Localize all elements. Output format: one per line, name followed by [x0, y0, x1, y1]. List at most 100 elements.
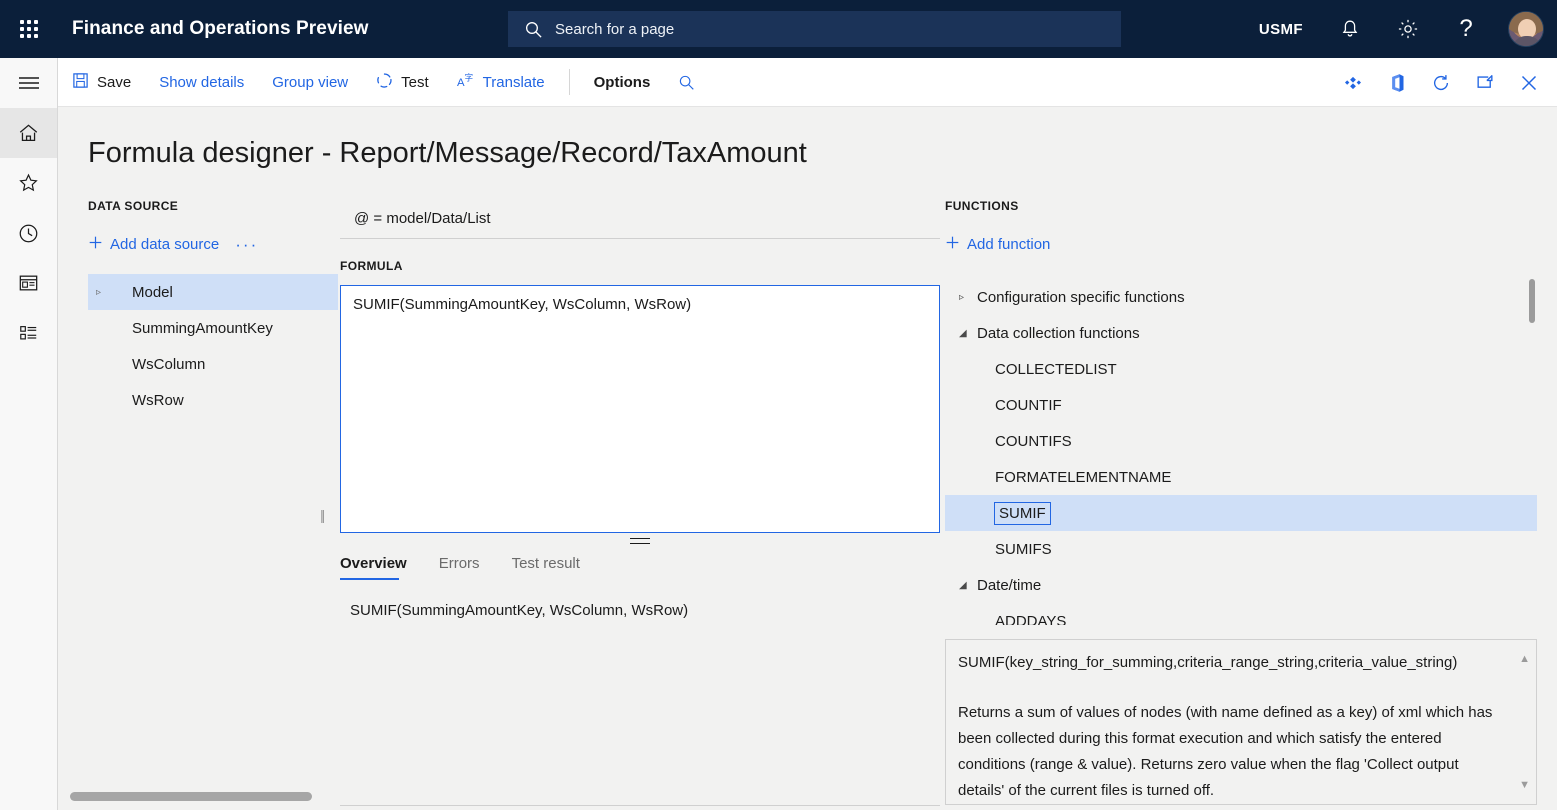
chevron-right-icon[interactable]: ▹ [96, 287, 118, 298]
chevron-down-icon[interactable]: ◢ [945, 580, 967, 591]
plus-icon [88, 235, 103, 254]
plus-icon [945, 235, 960, 254]
show-details-label: Show details [159, 73, 245, 91]
data-source-tree: ▹ Model SummingAmountKey WsColumn WsRow [88, 274, 338, 418]
action-pane: Save Show details Group view Test A字 Tra… [58, 58, 1557, 107]
tab-overview[interactable]: Overview [340, 551, 419, 580]
group-view-button[interactable]: Group view [258, 58, 362, 107]
scroll-up-icon[interactable]: ▲ [1519, 646, 1530, 672]
fn-node-label: SUMIF [994, 501, 1051, 525]
tree-node-label: SummingAmountKey [132, 319, 273, 337]
scroll-down-icon[interactable]: ▼ [1519, 772, 1530, 798]
fn-item-sumifs[interactable]: SUMIFS [945, 531, 1537, 567]
fn-item-countifs[interactable]: COUNTIFS [945, 423, 1537, 459]
company-selector[interactable]: USMF [1241, 0, 1321, 58]
personalize-icon[interactable] [1331, 58, 1375, 107]
app-title: Finance and Operations Preview [72, 18, 369, 39]
avatar[interactable] [1495, 0, 1557, 58]
options-button[interactable]: Options [580, 58, 665, 107]
office-app-icon[interactable] [1375, 58, 1419, 107]
add-function-button[interactable]: Add function [945, 235, 1050, 254]
hamburger-icon[interactable] [0, 58, 57, 108]
fn-node-label: Configuration specific functions [977, 288, 1185, 306]
formula-heading: FORMULA [340, 259, 403, 273]
fn-item-countif[interactable]: COUNTIF [945, 387, 1537, 423]
action-pane-right-icons [1331, 58, 1551, 107]
test-spinner-icon [376, 72, 393, 93]
workspace-icon[interactable] [0, 258, 57, 308]
list-icon[interactable] [0, 308, 57, 358]
test-button[interactable]: Test [362, 58, 443, 107]
top-bar-right-group: USMF ? [1241, 0, 1557, 58]
search-input[interactable]: Search for a page [555, 21, 674, 38]
fn-node-label: ADDDAYS [995, 612, 1067, 626]
tab-errors[interactable]: Errors [439, 551, 492, 580]
fn-node-label: COUNTIF [995, 396, 1062, 414]
save-button[interactable]: Save [58, 58, 145, 107]
add-function-label: Add function [967, 236, 1051, 253]
fn-item-formatelementname[interactable]: FORMATELEMENTNAME [945, 459, 1537, 495]
tab-test-result[interactable]: Test result [512, 551, 592, 580]
horizontal-scrollbar[interactable] [70, 792, 970, 801]
chevron-down-icon[interactable]: ◢ [945, 328, 967, 339]
app-launcher-icon[interactable] [0, 0, 58, 58]
search-icon [524, 20, 543, 39]
tree-node-model[interactable]: ▹ Model [88, 274, 338, 310]
tree-node-wscolumn[interactable]: WsColumn [88, 346, 338, 382]
fn-item-adddays[interactable]: ADDDAYS [945, 603, 1537, 626]
add-data-source-label: Add data source [110, 236, 220, 253]
tree-node-label: WsColumn [132, 355, 206, 373]
star-icon[interactable] [0, 158, 57, 208]
question-mark-icon[interactable]: ? [1437, 0, 1495, 58]
horizontal-scrollbar-thumb[interactable] [70, 792, 312, 801]
data-source-overflow-button[interactable]: ··· [235, 236, 258, 253]
bottom-divider [340, 805, 940, 806]
result-tabs: Overview Errors Test result [340, 551, 940, 580]
function-description-box: SUMIF(key_string_for_summing,criteria_ra… [945, 639, 1537, 805]
fn-group-data-collection[interactable]: ◢ Data collection functions [945, 315, 1537, 351]
tab-label: Test result [511, 555, 580, 572]
home-icon[interactable] [0, 108, 57, 158]
fn-item-collectedlist[interactable]: COLLECTEDLIST [945, 351, 1537, 387]
gear-icon[interactable] [1379, 0, 1437, 58]
formula-designer-page: Formula designer - Report/Message/Record… [58, 107, 1557, 810]
refresh-icon[interactable] [1419, 58, 1463, 107]
command-search-icon[interactable] [664, 58, 709, 107]
options-label: Options [593, 73, 651, 91]
fn-node-label: COUNTIFS [995, 432, 1072, 450]
page-title: Formula designer - Report/Message/Record… [88, 137, 807, 169]
tree-node-wsrow[interactable]: WsRow [88, 382, 338, 418]
binding-path-row: @ = model/Data/List [340, 199, 940, 239]
overview-content: SUMIF(SummingAmountKey, WsColumn, WsRow) [350, 602, 689, 619]
show-details-button[interactable]: Show details [145, 58, 258, 107]
translate-button[interactable]: A字 Translate [443, 58, 559, 107]
horizontal-splitter-handle[interactable] [340, 533, 940, 549]
command-separator [568, 69, 570, 95]
save-label: Save [97, 73, 132, 91]
chevron-right-icon[interactable]: ▹ [945, 292, 967, 303]
close-icon[interactable] [1507, 58, 1551, 107]
functions-scrollbar-thumb[interactable] [1529, 279, 1535, 323]
bell-icon[interactable] [1321, 0, 1379, 58]
tree-node-label: WsRow [132, 391, 184, 409]
formula-input[interactable]: SUMIF(SummingAmountKey, WsColumn, WsRow) [340, 285, 940, 533]
group-view-label: Group view [272, 73, 349, 91]
functions-panel: FUNCTIONS Add function ▹ Configuration s… [945, 199, 1537, 805]
data-source-toolbar: Add data source ··· [88, 235, 338, 254]
vertical-splitter-handle[interactable]: || [320, 507, 325, 523]
add-data-source-button[interactable]: Add data source [88, 235, 219, 254]
fn-group-date-time[interactable]: ◢ Date/time [945, 567, 1537, 603]
clock-icon[interactable] [0, 208, 57, 258]
function-description: Returns a sum of values of nodes (with n… [958, 704, 1493, 799]
translate-icon: A字 [457, 72, 475, 93]
functions-scrollbar[interactable] [1529, 279, 1535, 625]
data-source-heading: DATA SOURCE [88, 199, 179, 213]
tree-node-label: Model [132, 283, 173, 301]
fn-node-label: SUMIFS [995, 540, 1052, 558]
data-source-panel: DATA SOURCE Add data source ··· ▹ Model … [88, 199, 338, 418]
global-search-box[interactable]: Search for a page [508, 11, 1121, 47]
open-in-new-window-icon[interactable] [1463, 58, 1507, 107]
fn-group-configuration-specific[interactable]: ▹ Configuration specific functions [945, 279, 1537, 315]
tree-node-summingamountkey[interactable]: SummingAmountKey [88, 310, 338, 346]
fn-item-sumif[interactable]: SUMIF [945, 495, 1537, 531]
